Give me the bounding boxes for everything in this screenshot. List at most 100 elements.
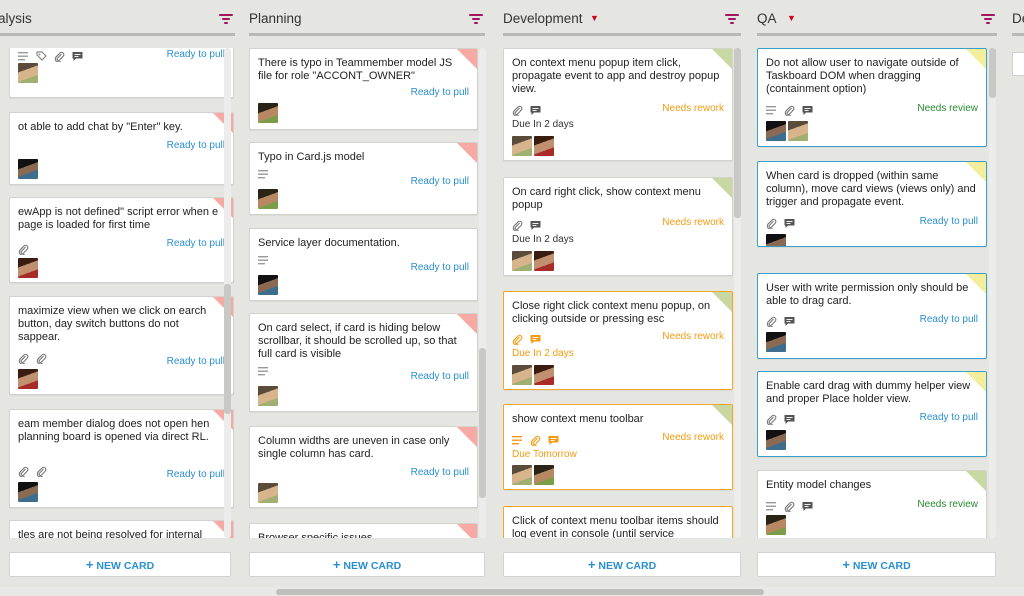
card[interactable]: On card select, if card is hiding below … xyxy=(249,313,478,412)
chevron-down-icon[interactable]: ▼ xyxy=(787,13,796,23)
avatar[interactable] xyxy=(258,386,278,406)
avatar[interactable] xyxy=(766,121,786,141)
card[interactable]: On card right click, show context menu p… xyxy=(503,177,733,276)
card[interactable]: There is typo in Teammember model JS fil… xyxy=(249,48,478,130)
card-status[interactable]: Ready to pull xyxy=(411,176,469,187)
avatar[interactable] xyxy=(512,136,532,156)
plus-icon: + xyxy=(587,557,596,572)
card-assignees xyxy=(18,369,40,389)
scrollbar-thumb[interactable] xyxy=(989,48,996,98)
card-status[interactable]: Needs rework xyxy=(662,432,724,443)
card-status[interactable]: Needs review xyxy=(917,499,978,510)
column-title[interactable]: Planning xyxy=(249,11,302,26)
card[interactable]: Column widths are uneven in case only si… xyxy=(249,426,478,508)
card[interactable] xyxy=(1012,52,1024,76)
column-title[interactable]: De xyxy=(1012,11,1024,26)
scrollbar-thumb[interactable] xyxy=(479,348,486,498)
card[interactable]: Close right click context menu popup, on… xyxy=(503,291,733,390)
avatar[interactable] xyxy=(788,121,808,141)
avatar[interactable] xyxy=(534,465,554,485)
card[interactable]: Typo in Card.js model Ready to pull xyxy=(249,142,478,215)
card[interactable]: eam member dialog does not open hen plan… xyxy=(9,409,234,508)
card-status[interactable]: Ready to pull xyxy=(920,412,978,423)
avatar[interactable] xyxy=(18,63,38,83)
column-title[interactable]: QA xyxy=(757,11,777,26)
avatar[interactable] xyxy=(766,515,786,535)
new-card-button[interactable]: + NEW CARD xyxy=(9,552,231,577)
paperclip-icon xyxy=(36,466,47,477)
card[interactable]: Entity model changes Needs review xyxy=(757,470,987,538)
avatar[interactable] xyxy=(18,482,38,502)
card-status[interactable]: Needs rework xyxy=(662,103,724,114)
avatar[interactable] xyxy=(512,251,532,271)
column-title[interactable]: Development xyxy=(503,11,583,26)
card[interactable]: ot able to add chat by "Enter" key. Ready… xyxy=(9,112,234,185)
new-card-button[interactable]: + NEW CARD xyxy=(503,552,741,577)
filter-icon[interactable] xyxy=(219,14,233,24)
avatar[interactable] xyxy=(766,234,786,246)
comment-icon xyxy=(784,415,795,424)
avatar[interactable] xyxy=(258,189,278,209)
chevron-down-icon[interactable]: ▼ xyxy=(590,13,599,23)
column-scrollbar[interactable] xyxy=(224,48,231,538)
card[interactable]: tles are not being resolved for internal xyxy=(9,520,234,538)
card-status[interactable]: Needs review xyxy=(917,103,978,114)
avatar[interactable] xyxy=(18,369,38,389)
lines-icon xyxy=(258,367,268,376)
column-card-list: On context menu popup item click, propag… xyxy=(503,48,741,538)
avatar[interactable] xyxy=(766,332,786,352)
column-title[interactable]: alysis xyxy=(0,11,32,26)
column-scrollbar[interactable] xyxy=(989,48,996,538)
card[interactable]: Browser specific issues xyxy=(249,523,478,538)
card[interactable]: On context menu popup item click, propag… xyxy=(503,48,733,161)
avatar[interactable] xyxy=(258,483,278,503)
avatar[interactable] xyxy=(258,103,278,123)
filter-icon[interactable] xyxy=(725,14,739,24)
avatar[interactable] xyxy=(766,430,786,450)
card[interactable]: Enable card drag with dummy helper view … xyxy=(757,371,987,457)
card-status[interactable]: Ready to pull xyxy=(920,314,978,325)
card-status[interactable]: Ready to pull xyxy=(411,262,469,273)
avatar[interactable] xyxy=(534,251,554,271)
card-status[interactable]: Ready to pull xyxy=(167,140,225,151)
card-status[interactable]: Needs rework xyxy=(662,217,724,228)
scrollbar-thumb[interactable] xyxy=(276,589,764,595)
card-status[interactable]: Ready to pull xyxy=(167,356,225,367)
card-status[interactable]: Ready to pull xyxy=(411,87,469,98)
new-card-button[interactable]: + NEW CARD xyxy=(249,552,485,577)
filter-icon[interactable] xyxy=(981,14,995,24)
card-status[interactable]: Ready to pull xyxy=(167,469,225,480)
card-status[interactable]: Ready to pull xyxy=(920,216,978,227)
avatar[interactable] xyxy=(18,159,38,179)
card[interactable]: Click of context menu toolbar items shou… xyxy=(503,506,733,538)
card[interactable]: Do not allow user to navigate outside of… xyxy=(757,48,987,147)
card[interactable]: ewApp is not defined" script error when … xyxy=(9,197,234,283)
plus-icon: + xyxy=(85,557,94,572)
avatar[interactable] xyxy=(18,258,38,278)
scrollbar-thumb[interactable] xyxy=(734,48,741,218)
column-scrollbar[interactable] xyxy=(479,48,486,538)
card-title: tles are not being resolved for internal xyxy=(18,529,203,538)
avatar[interactable] xyxy=(534,136,554,156)
card-status[interactable]: Ready to pull xyxy=(167,49,225,60)
card[interactable]: show context menu toolbar Needs rework Due… xyxy=(503,404,733,490)
avatar[interactable] xyxy=(512,365,532,385)
new-card-button[interactable]: + NEW CARD xyxy=(757,552,996,577)
card-status[interactable]: Ready to pull xyxy=(411,371,469,382)
avatar[interactable] xyxy=(534,365,554,385)
card[interactable]: Service layer documentation. Ready to pul… xyxy=(249,228,478,301)
card[interactable]: Ready to pull xyxy=(9,48,234,98)
card-status[interactable]: Needs rework xyxy=(662,331,724,342)
card[interactable]: When card is dropped (within same column… xyxy=(757,161,987,247)
card[interactable]: maximize view when we click on earch but… xyxy=(9,296,234,395)
column-scrollbar[interactable] xyxy=(734,48,741,538)
plus-icon: + xyxy=(842,557,850,572)
avatar[interactable] xyxy=(258,275,278,295)
scrollbar-thumb[interactable] xyxy=(224,284,231,414)
card[interactable]: User with write permission only should b… xyxy=(757,273,987,359)
card-status[interactable]: Ready to pull xyxy=(167,238,225,249)
card-status[interactable]: Ready to pull xyxy=(411,467,469,478)
avatar[interactable] xyxy=(512,465,532,485)
filter-icon[interactable] xyxy=(469,14,483,24)
board-horizontal-scrollbar[interactable] xyxy=(0,587,1024,596)
